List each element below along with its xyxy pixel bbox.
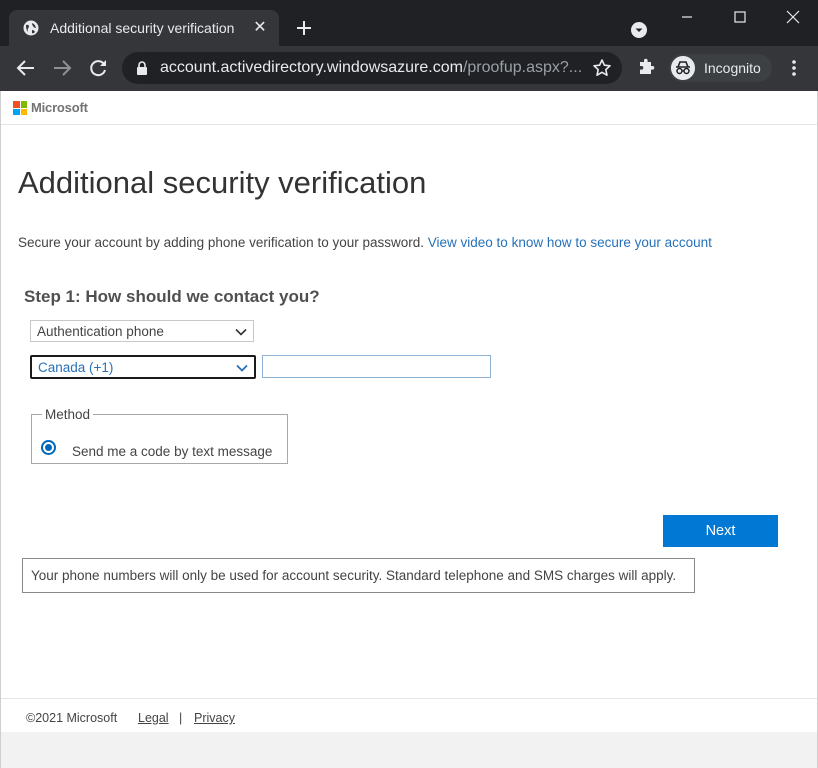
web-page: Microsoft Additional security verificati…	[0, 91, 818, 768]
copyright: ©2021 Microsoft	[26, 711, 118, 725]
privacy-link[interactable]: Privacy	[194, 711, 235, 725]
site-header: Microsoft	[1, 91, 817, 125]
forward-icon[interactable]	[50, 56, 74, 80]
extensions-icon[interactable]	[636, 57, 656, 77]
star-icon[interactable]	[592, 58, 612, 78]
maximize-icon[interactable]	[717, 0, 763, 34]
intro-sentence: Secure your account by adding phone veri…	[18, 235, 424, 250]
legal-link[interactable]: Legal	[138, 711, 169, 725]
tab-title: Additional security verification	[50, 20, 235, 36]
browser-tab[interactable]: Additional security verification ✕	[9, 10, 279, 46]
browser-window: Additional security verification ✕ accou…	[0, 0, 818, 768]
menu-icon[interactable]	[786, 58, 802, 78]
close-icon[interactable]	[770, 0, 816, 34]
footer-separator: |	[179, 711, 183, 725]
step-heading: Step 1: How should we contact you?	[24, 287, 320, 306]
address-bar[interactable]: account.activedirectory.windowsazure.com…	[122, 52, 622, 84]
notice-text: Your phone numbers will only be used for…	[31, 568, 677, 583]
chevron-down-icon	[236, 364, 248, 372]
page-bottom-band	[1, 732, 817, 768]
contact-method-value: Authentication phone	[37, 324, 164, 339]
reload-icon[interactable]	[86, 56, 110, 80]
lock-icon[interactable]	[136, 61, 148, 75]
intro-text: Secure your account by adding phone veri…	[18, 235, 712, 250]
back-icon[interactable]	[14, 56, 38, 80]
incognito-label: Incognito	[704, 60, 761, 76]
microsoft-logo-icon	[13, 101, 27, 115]
text-message-radio[interactable]	[41, 440, 56, 455]
incognito-badge[interactable]: Incognito	[669, 54, 772, 82]
incognito-icon	[671, 56, 695, 80]
tab-search-icon[interactable]	[631, 22, 647, 38]
video-link[interactable]: View video to know how to secure your ac…	[428, 235, 712, 250]
site-footer: ©2021 Microsoft Legal | Privacy	[1, 698, 817, 732]
brand-name: Microsoft	[31, 100, 88, 115]
tab-strip: Additional security verification ✕	[0, 0, 818, 46]
text-message-option-label[interactable]: Send me a code by text message	[72, 444, 272, 459]
new-tab-icon[interactable]	[294, 18, 314, 38]
method-group: Method Send me a code by text message	[31, 407, 288, 464]
chevron-down-icon	[235, 328, 247, 336]
country-code-select[interactable]: Canada (+1)	[30, 355, 256, 379]
phone-number-input[interactable]	[262, 355, 491, 378]
country-code-value: Canada (+1)	[38, 360, 114, 375]
contact-method-select[interactable]: Authentication phone	[30, 320, 254, 342]
tab-close-icon[interactable]: ✕	[249, 17, 271, 39]
phone-usage-notice: Your phone numbers will only be used for…	[22, 558, 695, 593]
page-title: Additional security verification	[18, 165, 427, 200]
minimize-icon[interactable]	[664, 0, 710, 34]
url-text: account.activedirectory.windowsazure.com…	[160, 59, 583, 76]
globe-icon	[23, 20, 39, 36]
method-legend: Method	[45, 407, 91, 422]
next-button[interactable]: Next	[663, 515, 778, 547]
